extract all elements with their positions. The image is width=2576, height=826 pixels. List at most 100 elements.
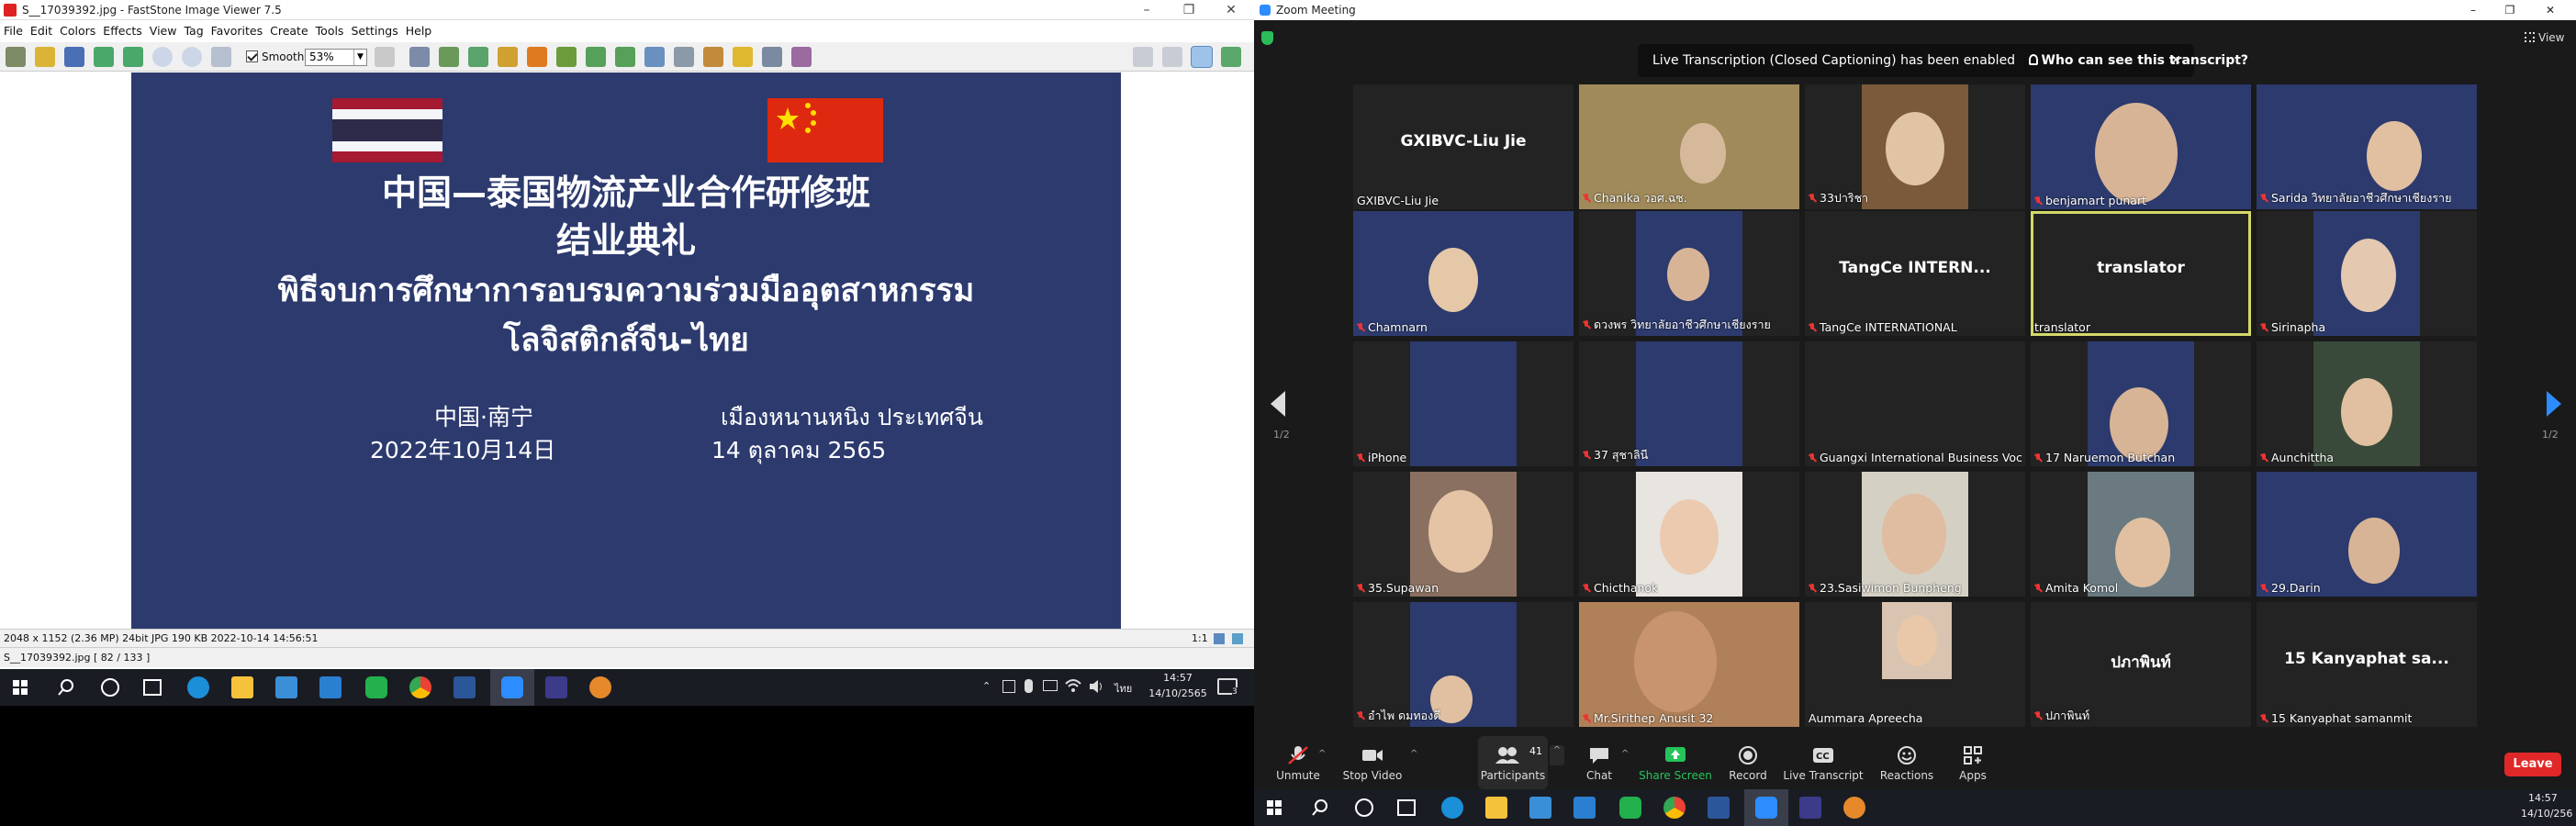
task-view-icon[interactable] (143, 679, 162, 696)
participant-tile[interactable]: ปภาพินท์ ปภาพินท์ (2031, 602, 2251, 727)
edge-icon[interactable] (187, 676, 209, 698)
participant-tile[interactable]: Chamnarn (1353, 211, 1574, 336)
zoom-select[interactable]: 53% ▼ (305, 49, 367, 66)
zoom-out-icon[interactable] (182, 47, 202, 67)
video-options-chevron-icon[interactable]: ^ (1410, 749, 1417, 759)
menu-settings[interactable]: Settings (347, 21, 401, 41)
volume-icon[interactable] (1089, 679, 1103, 694)
menu-edit[interactable]: Edit (27, 21, 56, 41)
network-icon[interactable] (1043, 680, 1058, 691)
adjust-icon[interactable] (498, 47, 518, 67)
fit-window-icon[interactable] (1162, 47, 1182, 67)
store-icon[interactable] (275, 676, 297, 698)
menu-view[interactable]: View (146, 21, 181, 41)
wifi-icon[interactable] (1065, 678, 1081, 693)
line-app-icon[interactable] (365, 676, 387, 698)
chat-options-chevron-icon[interactable]: ^ (1621, 749, 1629, 759)
settings-icon[interactable] (791, 47, 812, 67)
maximize-icon[interactable]: ❐ (1168, 0, 1210, 20)
word-icon[interactable] (454, 676, 476, 698)
zoom-taskbar-active[interactable] (1744, 789, 1788, 826)
rotate-left-icon[interactable] (586, 47, 606, 67)
menu-help[interactable]: Help (402, 21, 436, 41)
participants-button[interactable]: Participants (1478, 736, 1548, 789)
clock-date[interactable]: 14/10/256 (2521, 808, 2572, 820)
file-explorer-icon[interactable] (231, 676, 253, 698)
participant-tile[interactable]: iPhone (1353, 341, 1574, 466)
close-icon[interactable]: ✕ (1210, 0, 1252, 20)
participant-tile[interactable]: TangCe INTERN... TangCe INTERNATIONAL (1805, 211, 2025, 336)
participant-tile[interactable]: 35.Supawan (1353, 472, 1574, 597)
live-transcript-button[interactable]: CC Live Transcript (1777, 736, 1869, 789)
open-folder-icon[interactable] (35, 47, 55, 67)
zoom-taskbar-active[interactable] (490, 669, 534, 706)
prev-page-arrow[interactable] (1271, 391, 1285, 417)
participant-tile[interactable]: อำไพ ดมทองดี (1353, 602, 1574, 727)
close-icon[interactable]: ✕ (2532, 0, 2569, 20)
file-explorer-icon[interactable] (1485, 797, 1507, 819)
participant-tile[interactable]: Sirinapha (2257, 211, 2477, 336)
participant-tile[interactable]: Chanika วอศ.ฉช. (1579, 84, 1799, 209)
rotate-right-icon[interactable] (615, 47, 635, 67)
language-indicator[interactable]: ไทย (1114, 680, 1132, 697)
view-button[interactable]: View (2525, 31, 2564, 44)
smooth-checkbox[interactable]: Smooth (246, 50, 304, 64)
expand-icon[interactable] (1221, 47, 1241, 67)
apps-button[interactable]: Apps (1950, 736, 1996, 789)
windows-start-icon[interactable] (13, 680, 28, 695)
menu-file[interactable]: File (0, 21, 27, 41)
participant-tile[interactable]: benjamart punart (2031, 84, 2251, 209)
close-banner-icon[interactable]: ✕ (2170, 44, 2181, 77)
participant-tile[interactable]: Amita Komol (2031, 472, 2251, 597)
color-icon[interactable] (527, 47, 547, 67)
participant-tile-active-speaker[interactable]: translator translator (2031, 211, 2251, 336)
save-icon[interactable] (64, 47, 84, 67)
edge-icon[interactable] (1441, 797, 1463, 819)
settings-gear-icon[interactable] (589, 676, 611, 698)
fit-icon[interactable] (211, 47, 231, 67)
tray-app-icon[interactable] (1002, 680, 1015, 693)
participant-tile[interactable]: 17 Naruemon Butchan (2031, 341, 2251, 466)
crop-icon[interactable] (439, 47, 459, 67)
shield-icon[interactable] (1261, 31, 1273, 45)
menu-effects[interactable]: Effects (99, 21, 146, 41)
participant-tile[interactable]: ดวงพร วิทยาลัยอาชีวศึกษาเชียงราย (1579, 211, 1799, 336)
chrome-icon[interactable] (409, 676, 431, 698)
participant-tile[interactable]: 37 สุชาลินี (1579, 341, 1799, 466)
participant-tile[interactable]: 23.Sasiwimon Bunpheng (1805, 472, 2025, 597)
task-view-icon[interactable] (1397, 799, 1416, 816)
share-screen-button[interactable]: Share Screen (1634, 736, 1717, 789)
zoom-in-icon[interactable] (152, 47, 173, 67)
full-icon-small[interactable] (1232, 633, 1243, 644)
chrome-icon[interactable] (1663, 797, 1686, 819)
line-app-icon[interactable] (1619, 797, 1641, 819)
store-icon[interactable] (1529, 797, 1551, 819)
annotate-icon[interactable] (703, 47, 723, 67)
email-icon[interactable] (123, 47, 143, 67)
menu-tag[interactable]: Tag (180, 21, 207, 41)
slideshow-icon[interactable] (644, 47, 665, 67)
participant-tile[interactable]: 33ปาริชา (1805, 84, 2025, 209)
effects-icon[interactable] (556, 47, 577, 67)
faststone-taskbar-icon[interactable] (545, 676, 567, 698)
mail-icon[interactable] (319, 676, 342, 698)
banner-link[interactable]: Who can see this transcript? (2028, 53, 2248, 68)
clock-time[interactable]: 14:57 (2528, 792, 2558, 804)
participant-tile[interactable]: Aummara Apreecha (1805, 602, 2025, 727)
unmute-options-chevron-icon[interactable]: ^ (1318, 749, 1326, 759)
participant-tile[interactable]: Guangxi International Business Voc... (1805, 341, 2025, 466)
cortana-icon[interactable] (1355, 798, 1373, 817)
actual-size-icon[interactable] (1133, 47, 1153, 67)
compare-icon[interactable] (674, 47, 694, 67)
search-icon[interactable] (57, 678, 75, 697)
clock-date[interactable]: 14/10/2565 (1148, 687, 1208, 699)
hand-tool-icon[interactable] (375, 47, 395, 67)
unmute-button[interactable]: Unmute (1265, 736, 1331, 789)
participant-tile[interactable]: 29.Darin (2257, 472, 2477, 597)
save-as-icon[interactable] (94, 47, 114, 67)
windows-start-icon[interactable] (1267, 800, 1282, 815)
participant-tile[interactable]: Aunchittha (2257, 341, 2477, 466)
clock-time[interactable]: 14:57 (1155, 672, 1201, 684)
settings-gear-icon[interactable] (1843, 797, 1865, 819)
chat-button[interactable]: Chat (1572, 736, 1627, 789)
